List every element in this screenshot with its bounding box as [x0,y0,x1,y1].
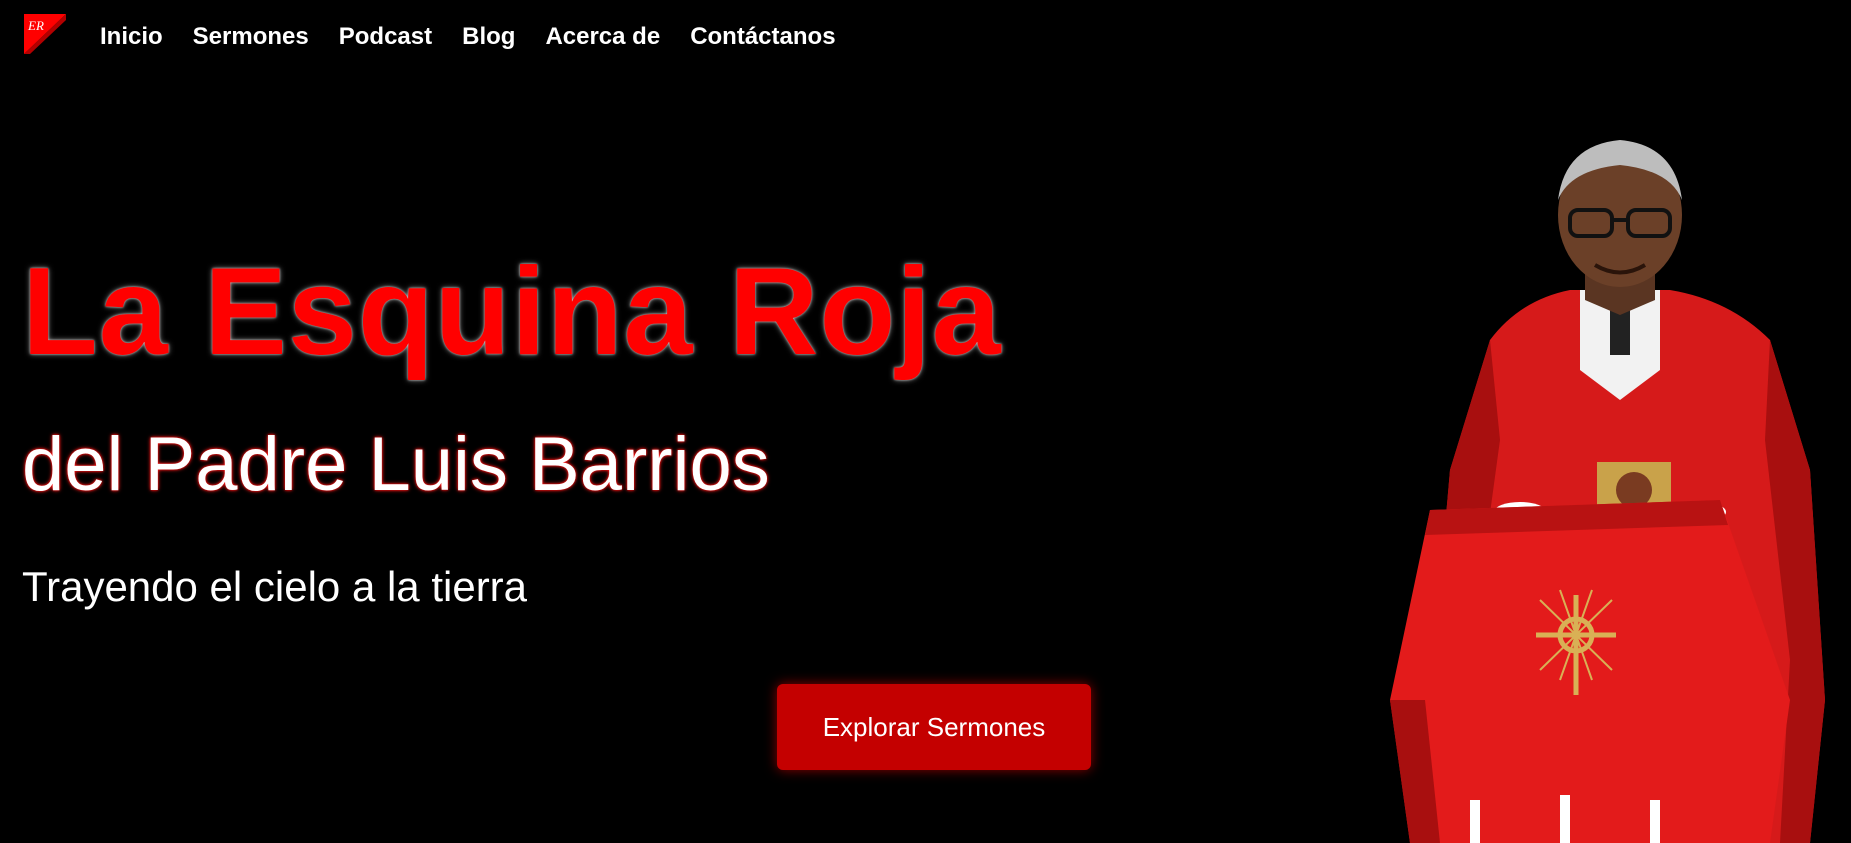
logo[interactable]: ER [22,12,68,56]
hero-tagline: Trayendo el cielo a la tierra [22,563,528,610]
priest-photo [1390,140,1825,843]
logo-text: ER [27,18,44,33]
nav-item-podcast[interactable]: Podcast [339,22,432,52]
hero-subtitle: del Padre Luis Barrios [22,422,770,507]
nav-links: Inicio Sermones Podcast Blog Acerca de C… [100,22,866,52]
nav-item-blog[interactable]: Blog [462,22,515,52]
explore-sermons-button[interactable]: Explorar Sermones [777,684,1091,770]
nav-item-sermones[interactable]: Sermones [193,22,309,52]
hero-title: La Esquina Roja [22,243,1002,381]
page: ER Inicio Sermones Podcast Blog Acerca d… [0,0,1851,843]
nav-item-inicio[interactable]: Inicio [100,22,163,52]
nav-item-contactanos[interactable]: Contáctanos [690,22,835,52]
top-navigation: ER Inicio Sermones Podcast Blog Acerca d… [0,0,1851,76]
nav-item-acerca-de[interactable]: Acerca de [545,22,660,52]
